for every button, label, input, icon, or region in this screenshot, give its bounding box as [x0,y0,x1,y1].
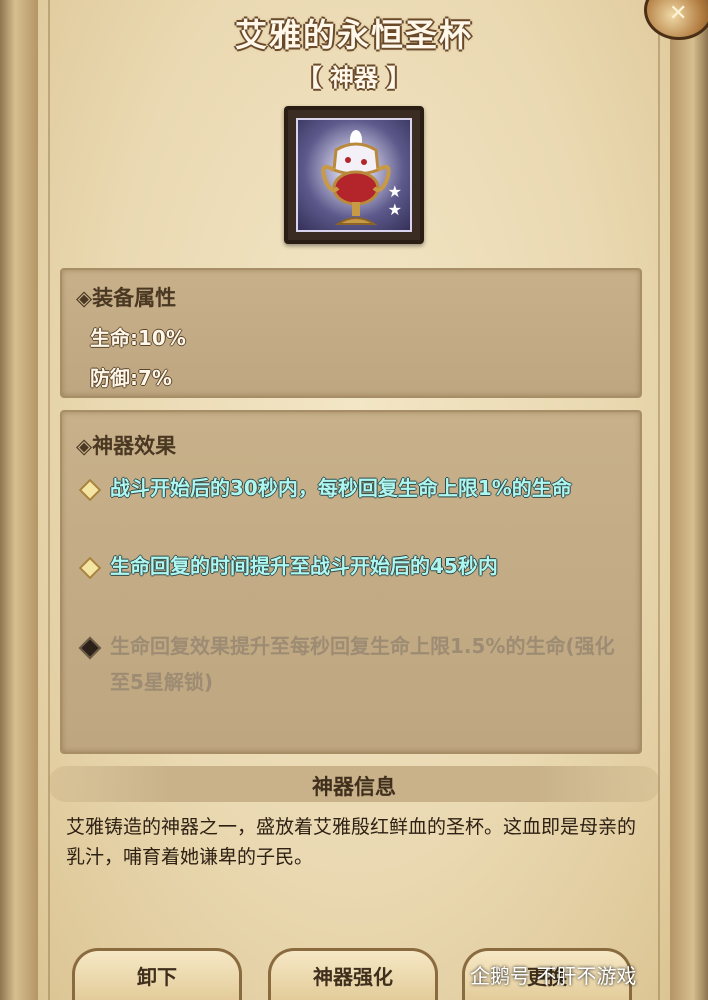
star-icon: ★ [387,182,402,201]
unequip-button[interactable]: 卸下 [72,948,242,1000]
artifact-title: 艾雅的永恒圣杯 [234,16,473,54]
frame-divider [658,0,660,1000]
stats-header: ◈装备属性 [76,286,177,310]
star-icon: ★ [387,200,402,219]
stat-defense: 防御:7% [90,366,172,390]
stat-hp: 生命:10% [90,326,186,350]
info-title: 神器信息 [312,775,396,799]
frame-divider [48,0,50,1000]
artifact-type: 【 神器 】 [297,64,411,92]
equipment-stats-panel: ◈装备属性 生命:10% 防御:7% [60,268,642,398]
enhance-button[interactable]: 神器强化 [268,948,438,1000]
effect-2: 生命回复的时间提升至战斗开始后的45秒内 [110,554,498,578]
artifact-effects-panel: ◈神器效果 战斗开始后的30秒内，每秒回复生命上限1%的生命 生命回复的时间提升… [60,410,642,754]
holy-grail-icon: ★ ★ [296,118,412,232]
artifact-portrait: ★ ★ [284,106,424,244]
effect-3-locked: 生命回复效果提升至每秒回复生命上限1.5%的生命(强化至5星解锁) [110,634,615,694]
diamond-bullet-icon [78,478,102,502]
watermark-text: 企鹅号 不肝不游戏 [470,964,637,988]
effects-header: ◈神器效果 [76,434,177,458]
locked-diamond-bullet-icon [78,636,102,660]
artifact-description: 艾雅铸造的神器之一，盛放着艾雅殷红鲜血的圣杯。这血即是母亲的乳汁，哺育着她谦卑的… [66,816,637,868]
diamond-bullet-icon [78,556,102,580]
effect-1: 战斗开始后的30秒内，每秒回复生命上限1%的生命 [110,476,572,500]
